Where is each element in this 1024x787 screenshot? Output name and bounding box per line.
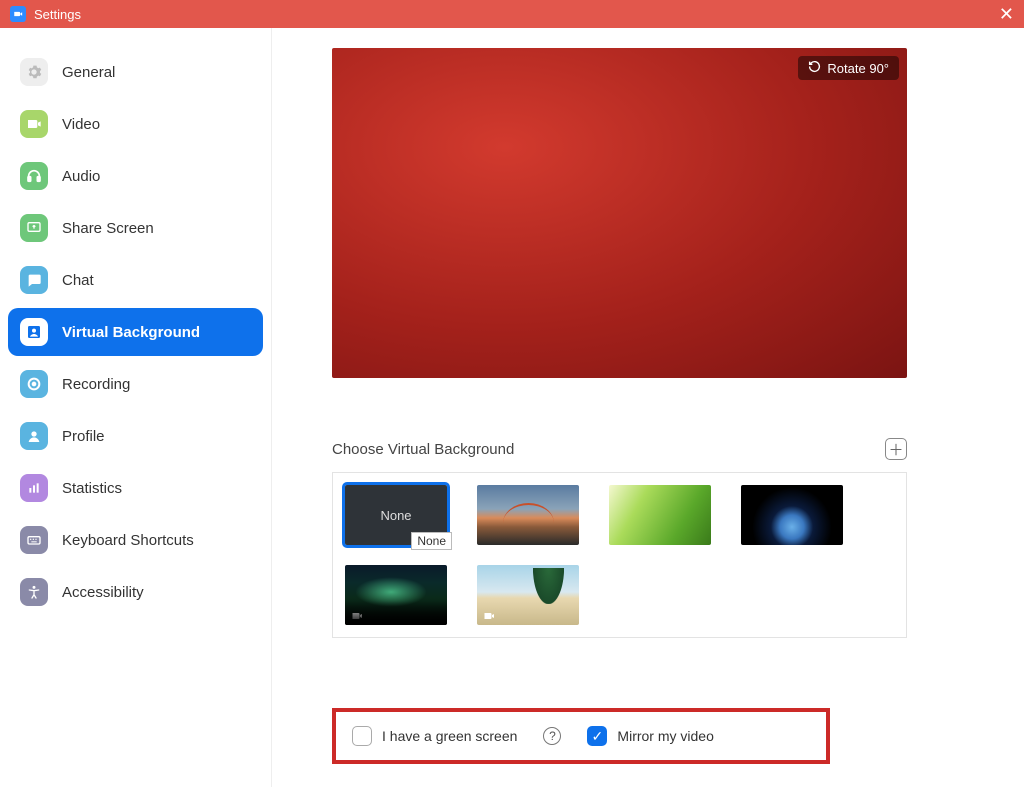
sidebar-item-label: Chat xyxy=(62,272,94,289)
gear-icon xyxy=(20,58,48,86)
sidebar-item-audio[interactable]: Audio xyxy=(8,152,263,200)
sidebar-item-recording[interactable]: Recording xyxy=(8,360,263,408)
rotate-icon xyxy=(808,60,821,76)
sidebar-item-label: Recording xyxy=(62,376,130,393)
sidebar-item-keyboard-shortcuts[interactable]: Keyboard Shortcuts xyxy=(8,516,263,564)
close-icon[interactable]: ✕ xyxy=(999,5,1014,23)
help-icon[interactable]: ? xyxy=(543,727,561,745)
add-background-button[interactable]: ＋ xyxy=(885,438,907,460)
thumb-none[interactable]: None None xyxy=(345,485,447,545)
app-icon xyxy=(10,6,26,22)
sidebar-item-share-screen[interactable]: Share Screen xyxy=(8,204,263,252)
sidebar-item-label: Video xyxy=(62,116,100,133)
sidebar-item-label: General xyxy=(62,64,115,81)
thumb-earth[interactable] xyxy=(741,485,843,545)
sidebar-item-label: Virtual Background xyxy=(62,324,200,341)
sidebar-item-label: Statistics xyxy=(62,480,122,497)
content-pane: Rotate 90° Choose Virtual Background ＋ N… xyxy=(272,28,1024,787)
rotate-label: Rotate 90° xyxy=(827,61,889,76)
thumb-beach[interactable] xyxy=(477,565,579,625)
mirror-video-checkbox[interactable]: ✓ Mirror my video xyxy=(587,726,713,746)
share-screen-icon xyxy=(20,214,48,242)
thumb-bridge[interactable] xyxy=(477,485,579,545)
statistics-icon xyxy=(20,474,48,502)
section-title: Choose Virtual Background xyxy=(332,441,514,458)
thumb-aurora[interactable] xyxy=(345,565,447,625)
checkbox-empty-icon xyxy=(352,726,372,746)
thumb-none-label: None xyxy=(380,508,411,523)
sidebar-item-label: Profile xyxy=(62,428,105,445)
sidebar-item-label: Share Screen xyxy=(62,220,154,237)
sidebar-item-statistics[interactable]: Statistics xyxy=(8,464,263,512)
sidebar-item-profile[interactable]: Profile xyxy=(8,412,263,460)
sidebar-item-virtual-background[interactable]: Virtual Background xyxy=(8,308,263,356)
video-preview: Rotate 90° xyxy=(332,48,907,378)
sidebar-item-label: Keyboard Shortcuts xyxy=(62,532,194,549)
profile-icon xyxy=(20,422,48,450)
titlebar: Settings ✕ xyxy=(0,0,1024,28)
accessibility-icon xyxy=(20,578,48,606)
sidebar-item-label: Accessibility xyxy=(62,584,144,601)
window-title: Settings xyxy=(34,7,81,22)
tooltip-none: None xyxy=(411,532,452,550)
background-thumbnails: None None xyxy=(332,472,907,638)
rotate-button[interactable]: Rotate 90° xyxy=(798,56,899,80)
record-icon xyxy=(20,370,48,398)
green-screen-label: I have a green screen xyxy=(382,728,517,744)
video-badge-icon xyxy=(349,609,365,621)
sidebar-item-video[interactable]: Video xyxy=(8,100,263,148)
green-screen-checkbox[interactable]: I have a green screen xyxy=(352,726,517,746)
mirror-label: Mirror my video xyxy=(617,728,713,744)
thumb-grass[interactable] xyxy=(609,485,711,545)
sidebar-item-chat[interactable]: Chat xyxy=(8,256,263,304)
sidebar-item-accessibility[interactable]: Accessibility xyxy=(8,568,263,616)
options-row-highlighted: I have a green screen ? ✓ Mirror my vide… xyxy=(332,708,830,764)
video-icon xyxy=(20,110,48,138)
keyboard-icon xyxy=(20,526,48,554)
chat-icon xyxy=(20,266,48,294)
sidebar: General Video Audio Share Screen Chat xyxy=(0,28,272,787)
sidebar-item-general[interactable]: General xyxy=(8,48,263,96)
headphones-icon xyxy=(20,162,48,190)
video-badge-icon xyxy=(481,609,497,621)
sidebar-item-label: Audio xyxy=(62,168,100,185)
checkbox-checked-icon: ✓ xyxy=(587,726,607,746)
virtual-background-icon xyxy=(20,318,48,346)
